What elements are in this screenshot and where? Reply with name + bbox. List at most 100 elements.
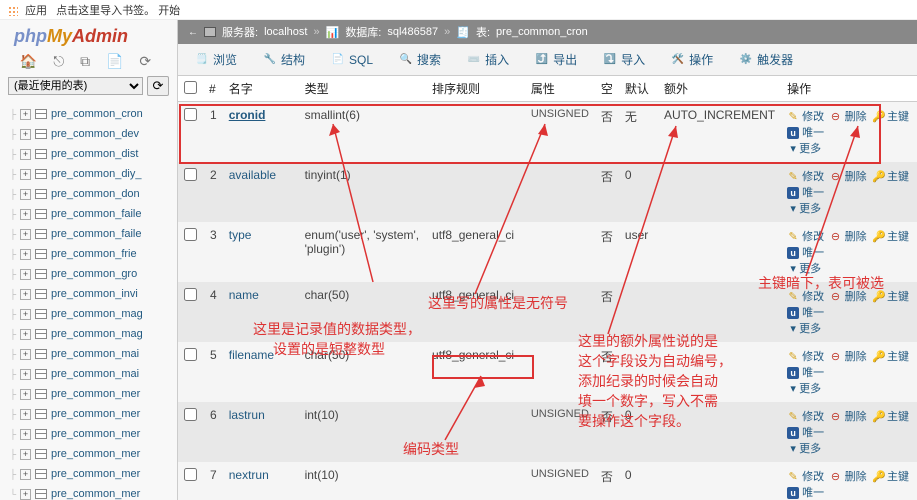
tree-expand-icon[interactable]: + xyxy=(20,429,31,440)
tree-link[interactable]: pre_common_faile xyxy=(51,228,142,240)
column-name[interactable]: cronid xyxy=(229,108,266,122)
tree-expand-icon[interactable]: + xyxy=(20,209,31,220)
column-name[interactable]: lastrun xyxy=(229,408,265,422)
tree-node[interactable]: ├+pre_common_mag xyxy=(6,324,177,344)
tree-link[interactable]: pre_common_mer xyxy=(51,388,140,400)
edit-link[interactable]: ✎ 修改 xyxy=(787,231,824,243)
tab-1[interactable]: 🔧结构 xyxy=(252,46,316,73)
unique-link[interactable]: u 唯一 xyxy=(787,487,824,499)
nav-collapse-icon[interactable]: ← xyxy=(188,27,198,38)
tree-expand-icon[interactable]: + xyxy=(20,289,31,300)
tree-expand-icon[interactable]: + xyxy=(20,249,31,260)
tree-link[interactable]: pre_common_mai xyxy=(51,348,139,360)
more-link[interactable]: ▾更多 xyxy=(787,383,821,395)
unique-link[interactable]: u 唯一 xyxy=(787,127,824,139)
tree-link[interactable]: pre_common_frie xyxy=(51,248,137,260)
tree-link[interactable]: pre_common_faile xyxy=(51,208,142,220)
column-name[interactable]: nextrun xyxy=(229,468,269,482)
phpmyadmin-logo[interactable]: phpMyAdmin xyxy=(0,20,177,51)
tree-node[interactable]: ├+pre_common_mer xyxy=(6,444,177,464)
tree-expand-icon[interactable]: + xyxy=(20,369,31,380)
delete-link[interactable]: ⊖ 删除 xyxy=(830,111,867,123)
primary-link[interactable]: 🔑 主键 xyxy=(872,171,909,183)
tree-expand-icon[interactable]: + xyxy=(20,309,31,320)
tree-node[interactable]: ├+pre_common_frie xyxy=(6,244,177,264)
tree-node[interactable]: ├+pre_common_mai xyxy=(6,364,177,384)
row-check[interactable] xyxy=(184,168,197,181)
tree-expand-icon[interactable]: + xyxy=(20,129,31,140)
tree-link[interactable]: pre_common_mai xyxy=(51,368,139,380)
tab-3[interactable]: 🔍搜索 xyxy=(388,46,452,73)
tree-node[interactable]: ├+pre_common_mer xyxy=(6,424,177,444)
tree-node[interactable]: ├+pre_common_faile xyxy=(6,224,177,244)
edit-link[interactable]: ✎ 修改 xyxy=(787,351,824,363)
tab-6[interactable]: ⤵️导入 xyxy=(592,46,656,73)
delete-link[interactable]: ⊖ 删除 xyxy=(830,231,867,243)
tree-link[interactable]: pre_common_mag xyxy=(51,328,143,340)
tree-link[interactable]: pre_common_diy_ xyxy=(51,168,142,180)
tree-link[interactable]: pre_common_dev xyxy=(51,128,139,140)
tree-node[interactable]: ├+pre_common_gro xyxy=(6,264,177,284)
tree-node[interactable]: ├+pre_common_mag xyxy=(6,304,177,324)
delete-link[interactable]: ⊖ 删除 xyxy=(830,171,867,183)
tree-expand-icon[interactable]: + xyxy=(20,329,31,340)
recent-go-button[interactable]: ⟳ xyxy=(147,76,169,96)
tree-node[interactable]: ├+pre_common_faile xyxy=(6,204,177,224)
tree-expand-icon[interactable]: + xyxy=(20,449,31,460)
tree-link[interactable]: pre_common_mer xyxy=(51,408,140,420)
tree-node[interactable]: ├+pre_common_diy_ xyxy=(6,164,177,184)
unique-link[interactable]: u 唯一 xyxy=(787,307,824,319)
row-check[interactable] xyxy=(184,108,197,121)
unique-link[interactable]: u 唯一 xyxy=(787,427,824,439)
edit-link[interactable]: ✎ 修改 xyxy=(787,111,824,123)
unique-link[interactable]: u 唯一 xyxy=(787,247,824,259)
primary-link[interactable]: 🔑 主键 xyxy=(872,471,909,483)
tree-link[interactable]: pre_common_invi xyxy=(51,288,138,300)
more-link[interactable]: ▾更多 xyxy=(787,263,821,275)
tree-link[interactable]: pre_common_don xyxy=(51,188,140,200)
tree-expand-icon[interactable]: + xyxy=(20,169,31,180)
tree-link[interactable]: pre_common_mer xyxy=(51,448,140,460)
tab-2[interactable]: 📄SQL xyxy=(320,46,384,73)
tree-node[interactable]: ├+pre_common_invi xyxy=(6,284,177,304)
tree-link[interactable]: pre_common_cron xyxy=(51,108,143,120)
more-link[interactable]: ▾更多 xyxy=(787,203,821,215)
tree-node[interactable]: ├+pre_common_don xyxy=(6,184,177,204)
tree-expand-icon[interactable]: + xyxy=(20,149,31,160)
bc-server[interactable]: localhost xyxy=(264,26,307,38)
tree-node[interactable]: ├+pre_common_mer xyxy=(6,404,177,424)
tree-node[interactable]: ├+pre_common_mai xyxy=(6,344,177,364)
tab-8[interactable]: ⚙️触发器 xyxy=(728,46,804,73)
bc-db[interactable]: sql486587 xyxy=(387,26,438,38)
row-check[interactable] xyxy=(184,468,197,481)
primary-link[interactable]: 🔑 主键 xyxy=(872,111,909,123)
tab-5[interactable]: ⤴️导出 xyxy=(524,46,588,73)
row-check[interactable] xyxy=(184,228,197,241)
recent-tables-select[interactable]: (最近使用的表) xyxy=(8,77,143,95)
tree-node[interactable]: └+pre_common_mer xyxy=(6,484,177,500)
tree-expand-icon[interactable]: + xyxy=(20,109,31,120)
tree-node[interactable]: ├+pre_common_mer xyxy=(6,464,177,484)
unique-link[interactable]: u 唯一 xyxy=(787,187,824,199)
tree-link[interactable]: pre_common_mer xyxy=(51,468,140,480)
primary-link[interactable]: 🔑 主键 xyxy=(872,411,909,423)
tree-expand-icon[interactable]: + xyxy=(20,469,31,480)
tab-0[interactable]: 🗒️浏览 xyxy=(184,46,248,73)
delete-link[interactable]: ⊖ 删除 xyxy=(830,291,867,303)
tree-node[interactable]: ├+pre_common_mer xyxy=(6,384,177,404)
more-link[interactable]: ▾更多 xyxy=(787,443,821,455)
bc-table[interactable]: pre_common_cron xyxy=(496,26,588,38)
tree-expand-icon[interactable]: + xyxy=(20,389,31,400)
edit-link[interactable]: ✎ 修改 xyxy=(787,411,824,423)
tree-link[interactable]: pre_common_mer xyxy=(51,488,140,500)
tree-expand-icon[interactable]: + xyxy=(20,189,31,200)
tree-node[interactable]: ├+pre_common_dev xyxy=(6,124,177,144)
check-all[interactable] xyxy=(184,81,197,94)
tree-link[interactable]: pre_common_gro xyxy=(51,268,137,280)
delete-link[interactable]: ⊖ 删除 xyxy=(830,471,867,483)
edit-link[interactable]: ✎ 修改 xyxy=(787,471,824,483)
tree-link[interactable]: pre_common_dist xyxy=(51,148,138,160)
primary-link[interactable]: 🔑 主键 xyxy=(872,291,909,303)
tab-4[interactable]: ⌨️插入 xyxy=(456,46,520,73)
column-name[interactable]: available xyxy=(229,168,276,182)
